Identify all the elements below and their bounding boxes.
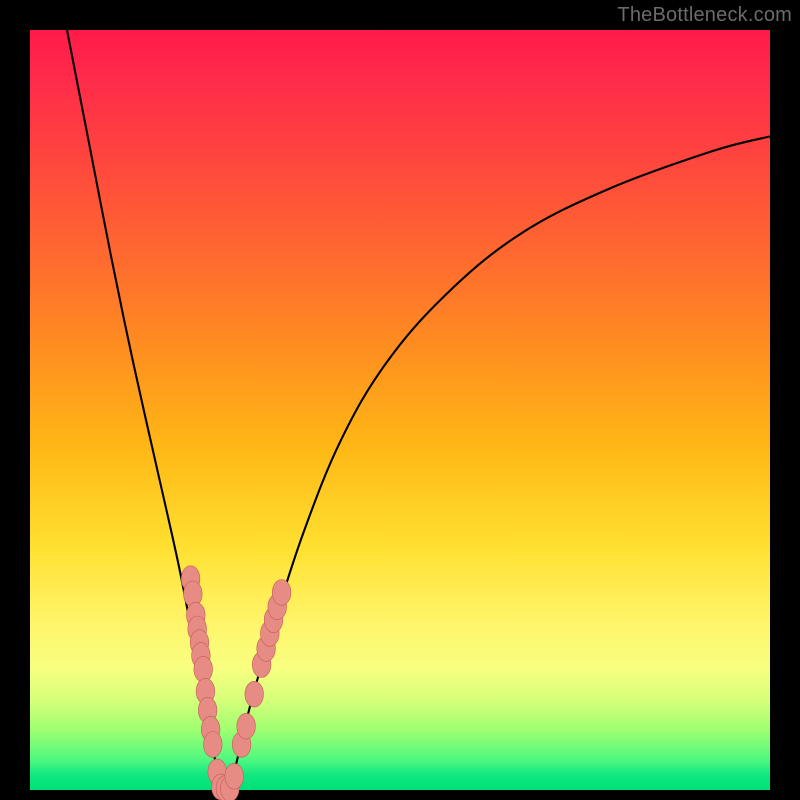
chart-frame: TheBottleneck.com xyxy=(0,0,800,800)
chart-svg xyxy=(30,30,770,790)
plot-area xyxy=(30,30,770,790)
data-marker xyxy=(237,713,256,739)
bottleneck-curve xyxy=(67,30,770,794)
curve-group xyxy=(67,30,770,794)
watermark-text: TheBottleneck.com xyxy=(617,4,792,27)
data-marker xyxy=(225,763,244,789)
marker-group xyxy=(181,566,291,800)
data-marker xyxy=(204,732,223,758)
data-marker xyxy=(245,681,264,707)
data-marker xyxy=(272,580,291,606)
data-marker xyxy=(194,656,213,682)
